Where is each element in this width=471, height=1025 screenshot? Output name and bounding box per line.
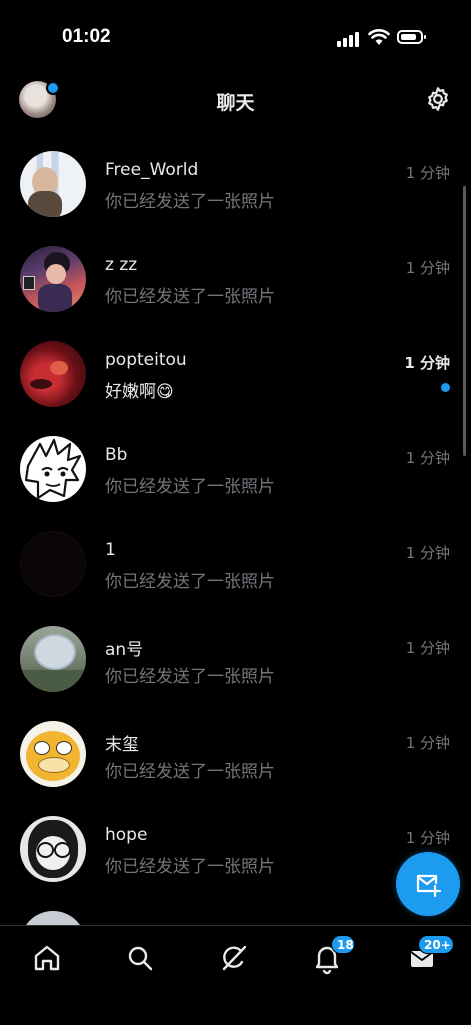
conversation-preview: 你已经发送了一张照片	[105, 857, 275, 877]
avatar[interactable]	[20, 341, 86, 407]
messages-badge: 20+	[418, 935, 454, 954]
avatar[interactable]	[20, 531, 86, 597]
new-message-button[interactable]	[396, 852, 460, 916]
conversation-row[interactable]: popteitou 好嫩啊😋 1 分钟	[0, 312, 471, 407]
conversation-name: popteitou	[105, 350, 187, 370]
avatar[interactable]	[20, 246, 86, 312]
avatar[interactable]	[20, 911, 86, 925]
avatar[interactable]	[20, 816, 86, 882]
conversation-time: 1 分钟	[405, 544, 450, 562]
page-title: 聊天	[216, 92, 255, 114]
battery-icon	[397, 30, 426, 44]
status-bar: 01:02	[0, 0, 471, 76]
conversation-time: 1 分钟	[405, 829, 450, 847]
conversation-preview: 你已经发送了一张照片	[105, 477, 275, 497]
conversation-time: 1 分钟	[405, 259, 450, 277]
conversation-time: 1 分钟	[404, 354, 450, 372]
avatar[interactable]	[20, 721, 86, 787]
conversation-row[interactable]: Free_World 你已经发送了一张照片 1 分钟	[0, 122, 471, 217]
conversation-row[interactable]: Bb 你已经发送了一张照片 1 分钟	[0, 407, 471, 502]
conversation-row[interactable]: 1 你已经发送了一张照片 1 分钟	[0, 502, 471, 597]
conversation-name: an号	[105, 640, 144, 660]
conversation-row[interactable]: 末玺 你已经发送了一张照片 1 分钟	[0, 692, 471, 787]
wifi-icon	[368, 29, 390, 45]
conversation-name: Bb	[105, 445, 128, 465]
conversation-time: 1 分钟	[405, 449, 450, 467]
conversation-preview: 好嫩啊😋	[105, 382, 174, 402]
unread-indicator	[441, 383, 450, 392]
scrollbar[interactable]	[463, 186, 466, 456]
gear-icon[interactable]	[424, 85, 452, 113]
conversation-time: 1 分钟	[405, 639, 450, 657]
conversation-row[interactable]: z zz 你已经发送了一张照片 1 分钟	[0, 217, 471, 312]
signal-icon	[337, 31, 363, 47]
conversation-name: hope	[105, 825, 148, 845]
conversation-preview: 你已经发送了一张照片	[105, 572, 275, 592]
bottom-tab-bar: 18 20+	[0, 925, 471, 1025]
avatar[interactable]	[20, 436, 86, 502]
search-icon[interactable]	[120, 938, 160, 978]
compose-message-icon	[416, 874, 442, 898]
conversation-name: z zz	[105, 255, 138, 275]
conversation-row[interactable]: an号 你已经发送了一张照片 1 分钟	[0, 597, 471, 692]
notifications-badge: 18	[331, 935, 355, 954]
conversation-preview: 你已经发送了一张照片	[105, 667, 275, 687]
home-icon[interactable]	[27, 938, 67, 978]
conversation-time: 1 分钟	[405, 164, 450, 182]
conversation-name: 1	[105, 540, 116, 560]
conversation-preview: 你已经发送了一张照片	[105, 762, 275, 782]
avatar[interactable]	[20, 151, 86, 217]
grok-icon[interactable]	[214, 938, 254, 978]
conversation-preview: 你已经发送了一张照片	[105, 192, 275, 212]
avatar[interactable]	[20, 626, 86, 692]
conversation-preview: 你已经发送了一张照片	[105, 287, 275, 307]
conversation-time: 1 分钟	[405, 734, 450, 752]
conversation-name: Free_World	[105, 160, 199, 180]
status-time: 01:02	[62, 26, 111, 47]
conversation-name: 末玺	[105, 735, 139, 755]
